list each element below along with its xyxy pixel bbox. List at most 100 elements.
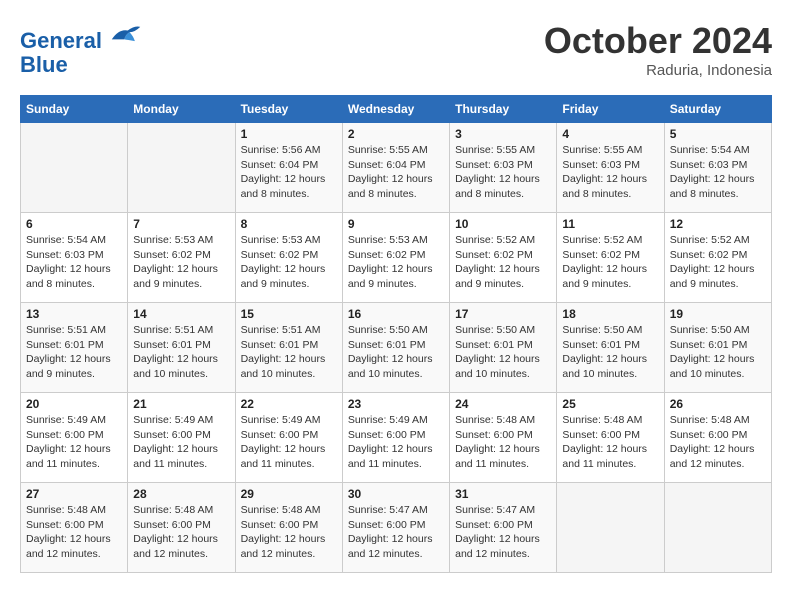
day-number: 19	[670, 307, 766, 321]
day-info: Sunrise: 5:49 AM Sunset: 6:00 PM Dayligh…	[241, 413, 337, 472]
day-number: 20	[26, 397, 122, 411]
weekday-friday: Friday	[557, 96, 664, 123]
calendar-cell: 1Sunrise: 5:56 AM Sunset: 6:04 PM Daylig…	[235, 123, 342, 213]
calendar-cell: 19 Sunrise: 5:50 AM Sunset: 6:01 PM Dayli…	[664, 303, 771, 393]
weekday-wednesday: Wednesday	[342, 96, 449, 123]
day-number: 12	[670, 217, 766, 231]
weekday-monday: Monday	[128, 96, 235, 123]
day-info: Sunrise: 5:52 AM Sunset: 6:02 PM Dayligh…	[455, 233, 551, 292]
calendar-cell: 28Sunrise: 5:48 AM Sunset: 6:00 PM Dayli…	[128, 483, 235, 573]
calendar-cell: 15Sunrise: 5:51 AM Sunset: 6:01 PM Dayli…	[235, 303, 342, 393]
day-info: Sunrise: 5:55 AM Sunset: 6:03 PM Dayligh…	[562, 143, 658, 202]
calendar-cell: 30 Sunrise: 5:47 AM Sunset: 6:00 PM Dayli…	[342, 483, 449, 573]
calendar-header: SundayMondayTuesdayWednesdayThursdayFrid…	[21, 96, 772, 123]
calendar-cell: 6 Sunrise: 5:54 AM Sunset: 6:03 PM Daylig…	[21, 213, 128, 303]
day-info: Sunrise: 5:49 AM Sunset: 6:00 PM Dayligh…	[348, 413, 444, 472]
day-info: Sunrise: 5:48 AM Sunset: 6:00 PM Dayligh…	[455, 413, 551, 472]
calendar-cell: 18 Sunrise: 5:50 AM Sunset: 6:01 PM Dayli…	[557, 303, 664, 393]
day-number: 10	[455, 217, 551, 231]
day-number: 28	[133, 487, 229, 501]
day-number: 3	[455, 127, 551, 141]
day-info: Sunrise: 5:49 AM Sunset: 6:00 PM Dayligh…	[26, 413, 122, 472]
day-number: 5	[670, 127, 766, 141]
calendar-cell: 29Sunrise: 5:48 AM Sunset: 6:00 PM Dayli…	[235, 483, 342, 573]
calendar-cell: 23Sunrise: 5:49 AM Sunset: 6:00 PM Dayli…	[342, 393, 449, 483]
day-info: Sunrise: 5:48 AM Sunset: 6:00 PM Dayligh…	[562, 413, 658, 472]
calendar-cell: 11Sunrise: 5:52 AM Sunset: 6:02 PM Dayli…	[557, 213, 664, 303]
day-info: Sunrise: 5:53 AM Sunset: 6:02 PM Dayligh…	[133, 233, 229, 292]
calendar-cell: 3 Sunrise: 5:55 AM Sunset: 6:03 PM Daylig…	[450, 123, 557, 213]
logo-bird-icon	[110, 20, 142, 48]
day-info: Sunrise: 5:50 AM Sunset: 6:01 PM Dayligh…	[562, 323, 658, 382]
weekday-saturday: Saturday	[664, 96, 771, 123]
calendar-cell: 10 Sunrise: 5:52 AM Sunset: 6:02 PM Dayli…	[450, 213, 557, 303]
day-info: Sunrise: 5:48 AM Sunset: 6:00 PM Dayligh…	[670, 413, 766, 472]
calendar-cell: 26 Sunrise: 5:48 AM Sunset: 6:00 PM Dayli…	[664, 393, 771, 483]
calendar-cell: 27Sunrise: 5:48 AM Sunset: 6:00 PM Dayli…	[21, 483, 128, 573]
day-info: Sunrise: 5:47 AM Sunset: 6:00 PM Dayligh…	[348, 503, 444, 562]
day-number: 31	[455, 487, 551, 501]
calendar-cell: 12 Sunrise: 5:52 AM Sunset: 6:02 PM Dayli…	[664, 213, 771, 303]
calendar-cell: 4Sunrise: 5:55 AM Sunset: 6:03 PM Daylig…	[557, 123, 664, 213]
location-subtitle: Raduria, Indonesia	[544, 62, 772, 79]
day-info: Sunrise: 5:53 AM Sunset: 6:02 PM Dayligh…	[348, 233, 444, 292]
day-info: Sunrise: 5:47 AM Sunset: 6:00 PM Dayligh…	[455, 503, 551, 562]
calendar-cell: 31 Sunrise: 5:47 AM Sunset: 6:00 PM Dayli…	[450, 483, 557, 573]
calendar-cell: 16 Sunrise: 5:50 AM Sunset: 6:01 PM Dayli…	[342, 303, 449, 393]
calendar-cell	[664, 483, 771, 573]
weekday-tuesday: Tuesday	[235, 96, 342, 123]
day-info: Sunrise: 5:48 AM Sunset: 6:00 PM Dayligh…	[241, 503, 337, 562]
day-number: 18	[562, 307, 658, 321]
day-info: Sunrise: 5:52 AM Sunset: 6:02 PM Dayligh…	[670, 233, 766, 292]
day-number: 24	[455, 397, 551, 411]
day-number: 9	[348, 217, 444, 231]
day-number: 25	[562, 397, 658, 411]
day-number: 6	[26, 217, 122, 231]
weekday-header-row: SundayMondayTuesdayWednesdayThursdayFrid…	[21, 96, 772, 123]
calendar-cell: 22 Sunrise: 5:49 AM Sunset: 6:00 PM Dayli…	[235, 393, 342, 483]
day-number: 2	[348, 127, 444, 141]
day-info: Sunrise: 5:48 AM Sunset: 6:00 PM Dayligh…	[26, 503, 122, 562]
day-number: 7	[133, 217, 229, 231]
calendar-week-5: 27Sunrise: 5:48 AM Sunset: 6:00 PM Dayli…	[21, 483, 772, 573]
calendar-body: 1Sunrise: 5:56 AM Sunset: 6:04 PM Daylig…	[21, 123, 772, 573]
calendar-cell: 21Sunrise: 5:49 AM Sunset: 6:00 PM Dayli…	[128, 393, 235, 483]
day-info: Sunrise: 5:49 AM Sunset: 6:00 PM Dayligh…	[133, 413, 229, 472]
calendar-week-3: 13Sunrise: 5:51 AM Sunset: 6:01 PM Dayli…	[21, 303, 772, 393]
day-info: Sunrise: 5:55 AM Sunset: 6:03 PM Dayligh…	[455, 143, 551, 202]
logo-blue: Blue	[20, 52, 68, 77]
day-number: 22	[241, 397, 337, 411]
calendar-cell: 8Sunrise: 5:53 AM Sunset: 6:02 PM Daylig…	[235, 213, 342, 303]
calendar-cell: 13Sunrise: 5:51 AM Sunset: 6:01 PM Dayli…	[21, 303, 128, 393]
day-number: 16	[348, 307, 444, 321]
calendar-cell: 7 Sunrise: 5:53 AM Sunset: 6:02 PM Daylig…	[128, 213, 235, 303]
day-number: 30	[348, 487, 444, 501]
day-number: 8	[241, 217, 337, 231]
calendar-cell	[128, 123, 235, 213]
calendar-cell: 5Sunrise: 5:54 AM Sunset: 6:03 PM Daylig…	[664, 123, 771, 213]
calendar-table: SundayMondayTuesdayWednesdayThursdayFrid…	[20, 95, 772, 573]
day-info: Sunrise: 5:52 AM Sunset: 6:02 PM Dayligh…	[562, 233, 658, 292]
calendar-cell: 9 Sunrise: 5:53 AM Sunset: 6:02 PM Daylig…	[342, 213, 449, 303]
calendar-week-2: 6 Sunrise: 5:54 AM Sunset: 6:03 PM Daylig…	[21, 213, 772, 303]
day-info: Sunrise: 5:51 AM Sunset: 6:01 PM Dayligh…	[133, 323, 229, 382]
day-info: Sunrise: 5:54 AM Sunset: 6:03 PM Dayligh…	[26, 233, 122, 292]
day-info: Sunrise: 5:50 AM Sunset: 6:01 PM Dayligh…	[348, 323, 444, 382]
weekday-thursday: Thursday	[450, 96, 557, 123]
calendar-cell	[557, 483, 664, 573]
day-number: 26	[670, 397, 766, 411]
calendar-cell: 25 Sunrise: 5:48 AM Sunset: 6:00 PM Dayli…	[557, 393, 664, 483]
day-info: Sunrise: 5:50 AM Sunset: 6:01 PM Dayligh…	[455, 323, 551, 382]
calendar-cell: 14Sunrise: 5:51 AM Sunset: 6:01 PM Dayli…	[128, 303, 235, 393]
day-number: 17	[455, 307, 551, 321]
logo: General Blue	[20, 20, 142, 77]
calendar-cell: 20 Sunrise: 5:49 AM Sunset: 6:00 PM Dayli…	[21, 393, 128, 483]
page-header: General Blue October 2024 Raduria, Indon…	[20, 20, 772, 79]
month-title: October 2024	[544, 20, 772, 62]
day-info: Sunrise: 5:50 AM Sunset: 6:01 PM Dayligh…	[670, 323, 766, 382]
calendar-cell	[21, 123, 128, 213]
day-number: 1	[241, 127, 337, 141]
logo-general: General	[20, 28, 102, 53]
calendar-cell: 2 Sunrise: 5:55 AM Sunset: 6:04 PM Daylig…	[342, 123, 449, 213]
day-info: Sunrise: 5:55 AM Sunset: 6:04 PM Dayligh…	[348, 143, 444, 202]
